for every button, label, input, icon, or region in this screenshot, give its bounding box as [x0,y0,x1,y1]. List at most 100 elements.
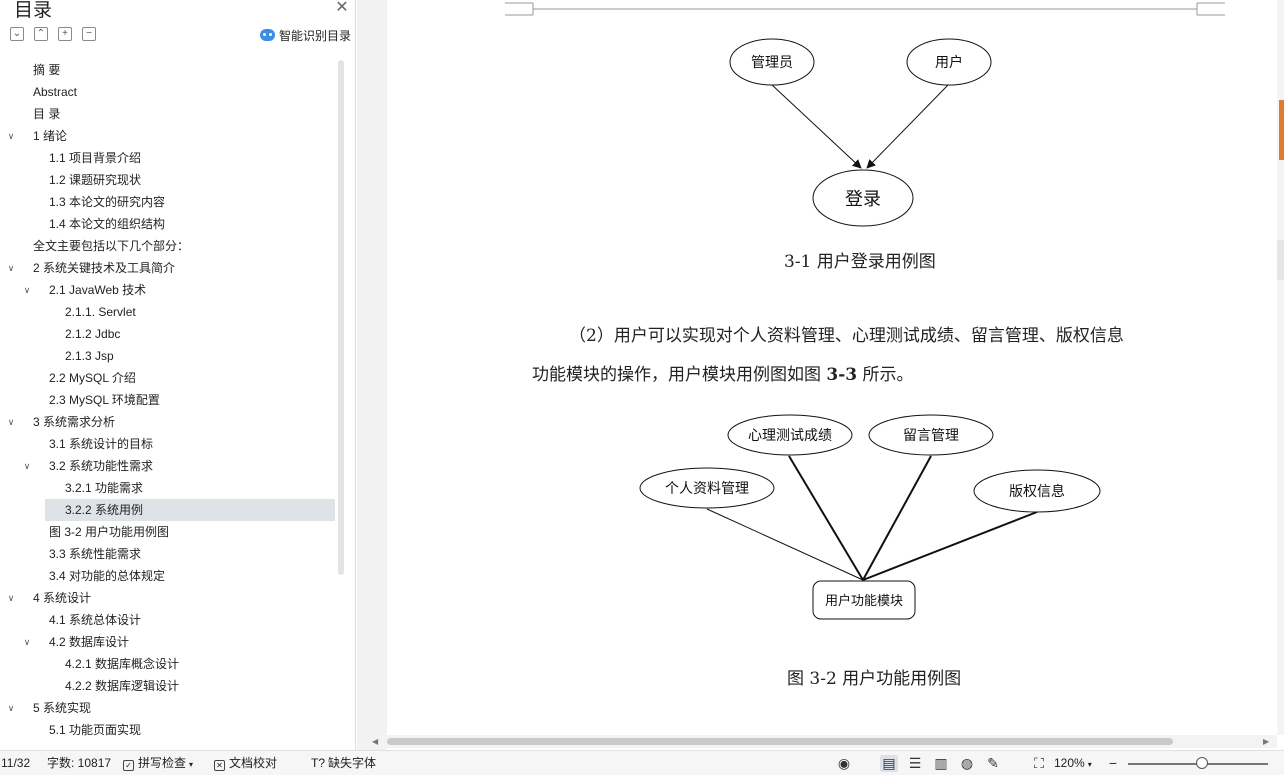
toc-item[interactable]: 2.3 MySQL 环境配置 [0,389,340,411]
toc-item-label: 4.2.2 数据库逻辑设计 [65,679,180,693]
vertical-scroll-marker [1279,100,1284,160]
vertical-scroll-thumb[interactable] [1277,240,1284,280]
toc-item-label: 全文主要包括以下几个部分： [33,239,190,253]
toc-item[interactable]: 摘 要 [0,59,340,81]
spell-check-button[interactable]: ✓ 拼写检查 ▾ [123,755,193,772]
zoom-out-icon[interactable]: − [1104,755,1122,772]
word-count[interactable]: 字数: 10817 [47,755,111,772]
toc-item-label: 目 录 [33,107,61,121]
spell-check-label: 拼写检查 [138,756,187,770]
toc-item-label: 2.1.1. Servlet [65,305,136,319]
toc-panel: 目录 ✕ ⌄ ⌃ + − 智能识别目录 摘 要 Abstract 目 录 ∨ 1 绪论 1… [0,0,356,750]
toc-item-label: 4.2.1 数据库概念设计 [65,657,180,671]
figure-caption-1: 3-1 用户登录用例图 [784,252,936,272]
smart-toc-icon [260,29,275,41]
paragraph-line-2-a: 功能模块的操作，用户模块用例图如图 [532,365,827,385]
page-indicator[interactable]: 11/32 [1,755,30,772]
toc-item-label: 4.2 数据库设计 [49,635,130,649]
chevron-down-icon[interactable]: ∨ [21,279,33,301]
zoom-slider-knob[interactable] [1196,757,1208,769]
toc-item[interactable]: 1.4 本论文的组织结构 [0,213,340,235]
web-view-icon[interactable]: ◍ [958,755,976,772]
horizontal-scroll-thumb[interactable] [387,738,1173,745]
toc-item[interactable]: 目 录 [0,103,340,125]
chevron-down-icon[interactable]: ∨ [5,697,17,719]
fit-page-icon[interactable]: ⛶ [1030,755,1048,772]
toc-item[interactable]: 3.1 系统设计的目标 [0,433,340,455]
toc-item[interactable]: 1.1 项目背景介绍 [0,147,340,169]
toc-item[interactable]: 3.2.1 功能需求 [0,477,340,499]
zoom-level[interactable]: 120% ▾ [1054,755,1092,772]
toc-item[interactable]: ∨ 2 系统关键技术及工具简介 [0,257,340,279]
toc-item-label: 3.2.1 功能需求 [65,481,144,495]
collapse-all-icon[interactable]: ⌃ [34,27,48,41]
expand-all-icon[interactable]: ⌄ [10,27,24,41]
toc-list: 摘 要 Abstract 目 录 ∨ 1 绪论 1.1 项目背景介绍 1.2 课题研究现状 1… [0,59,340,741]
doc-proof-button[interactable]: ✕ 文档校对 [214,755,277,772]
profile-edge [706,508,864,581]
message-edge [862,455,932,581]
uc-message-label: 留言管理 [903,428,959,444]
toc-item[interactable]: 4.2.1 数据库概念设计 [0,653,340,675]
toc-item[interactable]: 2.1.3 Jsp [0,345,340,367]
remove-heading-icon[interactable]: − [82,27,96,41]
toc-scrollbar[interactable] [338,60,344,575]
reading-view-icon[interactable]: ▥ [932,755,950,772]
toc-item[interactable]: 1.2 课题研究现状 [0,169,340,191]
smart-toc-button[interactable]: 智能识别目录 [260,26,351,44]
test-edge [788,455,864,581]
chevron-down-icon[interactable]: ∨ [5,125,17,147]
toc-item[interactable]: 4.1 系统总体设计 [0,609,340,631]
chevron-down-icon[interactable]: ∨ [5,587,17,609]
scroll-right-icon[interactable]: ▶ [1263,735,1269,748]
toc-item[interactable]: 全文主要包括以下几个部分： [0,235,340,257]
page-view-icon[interactable]: ▤ [880,755,898,772]
toc-item[interactable]: 3.3 系统性能需求 [0,543,340,565]
toc-item[interactable]: 2.1.2 Jdbc [0,323,340,345]
chevron-down-icon[interactable]: ∨ [5,257,17,279]
toc-item[interactable]: ∨ 4.2 数据库设计 [0,631,340,653]
toc-item[interactable]: 3.4 对功能的总体规定 [0,565,340,587]
missing-fonts-button[interactable]: T? 缺失字体 [311,755,376,772]
toc-item[interactable]: 2.1.1. Servlet [0,301,340,323]
toc-item[interactable]: ∨ 5 系统实现 [0,697,340,719]
toc-item[interactable]: 2.2 MySQL 介绍 [0,367,340,389]
chevron-down-icon[interactable]: ∨ [21,455,33,477]
actor-admin-label: 管理员 [751,55,793,71]
toc-item[interactable]: 5.1 功能页面实现 [0,719,340,741]
toc-item[interactable]: 3.2.2 系统用例 [45,499,335,521]
toc-item[interactable]: ∨ 2.1 JavaWeb 技术 [0,279,340,301]
chevron-down-icon[interactable]: ∨ [5,411,17,433]
toc-item-label: 5 系统实现 [33,701,92,715]
close-icon[interactable]: ✕ [333,0,351,18]
toc-title: 目录 [14,0,53,21]
toc-item-label: 1.3 本论文的研究内容 [49,195,166,209]
toc-item-label: 图 3-2 用户功能用例图 [49,525,170,539]
paragraph-figure-ref: 3-3 [826,365,858,385]
outline-view-icon[interactable]: ☰ [906,755,924,772]
usecase-login-label: 登录 [845,189,881,210]
toc-item[interactable]: ∨ 3 系统需求分析 [0,411,340,433]
uc-copyright-label: 版权信息 [1009,483,1065,500]
user-login-edge [866,83,950,169]
toc-item[interactable]: Abstract [0,81,340,103]
toc-item-label: 1.2 课题研究现状 [49,173,142,187]
toc-item-label: 1.1 项目背景介绍 [49,151,142,165]
horizontal-scrollbar[interactable]: ◀ ▶ [369,735,1277,748]
add-heading-icon[interactable]: + [58,27,72,41]
toc-item[interactable]: 4.2.2 数据库逻辑设计 [0,675,340,697]
toc-item[interactable]: ∨ 1 绪论 [0,125,340,147]
eye-protection-icon[interactable]: ◉ [835,755,853,772]
scroll-left-icon[interactable]: ◀ [372,735,378,748]
toc-item[interactable]: 图 3-2 用户功能用例图 [0,521,340,543]
toc-item[interactable]: ∨ 3.2 系统功能性需求 [0,455,340,477]
chevron-down-icon[interactable]: ∨ [21,631,33,653]
pen-icon[interactable]: ✎ [984,755,1002,772]
missing-fonts-label: 缺失字体 [328,756,377,770]
toc-item[interactable]: 1.3 本论文的研究内容 [0,191,340,213]
actor-user-label: 用户 [935,54,963,71]
toc-item[interactable]: ∨ 4 系统设计 [0,587,340,609]
toc-item-label: 5.1 功能页面实现 [49,723,142,737]
zoom-value: 120% [1054,756,1085,770]
font-icon: T? [311,756,326,770]
